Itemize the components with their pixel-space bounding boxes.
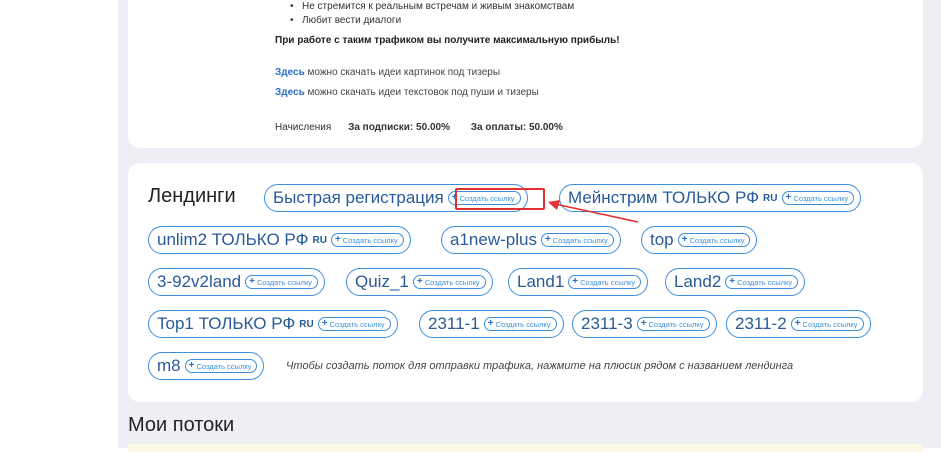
my-flows-title: Мои потоки — [128, 414, 235, 436]
landing-pill[interactable]: Land1 + Создать ссылку — [508, 268, 649, 296]
plus-icon: + — [249, 276, 255, 287]
create-link-label: Создать ссылку — [196, 361, 252, 371]
create-link-label: Создать ссылку — [495, 319, 551, 329]
flows-panel-edge — [128, 444, 923, 452]
plus-icon: + — [334, 234, 341, 245]
landing-name: 2311-3 — [581, 314, 633, 333]
accruals-label: Начисления — [275, 122, 332, 133]
highlight-box — [455, 188, 545, 210]
create-link-label: Создать ссылку — [256, 277, 312, 287]
landings-hint: Чтобы создать поток для отправки трафика… — [286, 360, 794, 372]
landing-name: Быстрая регистрация — [273, 188, 444, 207]
plus-icon: + — [544, 234, 551, 245]
images-ideas-line: Здесь можно скачать идеи картинок под ти… — [275, 67, 500, 78]
landing-name: unlim2 ТОЛЬКО РФ — [157, 230, 309, 249]
create-link-label: Создать ссылку — [802, 319, 858, 329]
create-link-button[interactable]: + Создать ссылку — [725, 275, 799, 289]
text-ideas-text: можно скачать идеи текстовок под пуши и … — [304, 87, 539, 98]
landing-pill[interactable]: 2311-2 + Создать ссылку — [726, 310, 871, 338]
landing-pill[interactable]: Top1 ТОЛЬКО РФ RU + Создать ссылку — [148, 310, 398, 338]
landing-pill[interactable]: 2311-1 + Создать ссылку — [419, 310, 564, 338]
ru-geo-tag: RU — [299, 318, 314, 330]
landing-pill[interactable]: a1new-plus + Создать ссылку — [441, 226, 621, 254]
landing-pill[interactable]: top + Создать ссылку — [641, 226, 758, 254]
plus-icon: + — [681, 234, 688, 245]
create-link-button[interactable]: + Создать ссылку — [330, 233, 404, 247]
landing-name: Top1 ТОЛЬКО РФ — [157, 314, 296, 333]
plus-icon: + — [321, 318, 328, 329]
accrual-subscription: За подписки: 50.00% — [348, 122, 450, 133]
landing-pill[interactable]: m8 + Создать ссылку — [148, 352, 265, 380]
create-link-label: Создать ссылку — [580, 277, 636, 287]
landing-name: 2311-1 — [428, 314, 480, 333]
create-link-button[interactable]: + Создать ссылку — [790, 317, 864, 331]
create-link-label: Создать ссылку — [342, 235, 398, 245]
bullet-item: Не стремится к реальным встречам и живым… — [286, 0, 574, 14]
create-link-button[interactable]: + Создать ссылку — [245, 275, 318, 289]
plus-icon: + — [640, 318, 647, 329]
landing-name: 3-92v2land — [157, 272, 242, 291]
landing-name: Land2 — [674, 272, 722, 291]
create-link-label: Создать ссылку — [737, 277, 793, 287]
landing-pill[interactable]: Quiz_1 + Создать ссылку — [346, 268, 493, 296]
landing-pill[interactable]: unlim2 ТОЛЬКО РФ RU + Создать ссылку — [148, 226, 411, 254]
plus-icon: + — [487, 318, 494, 329]
plus-icon: + — [188, 360, 195, 371]
profit-note: При работе с таким трафиком вы получите … — [275, 35, 620, 46]
accrual-payment: За оплаты: 50.00% — [470, 122, 563, 133]
plus-icon: + — [729, 276, 736, 287]
landing-name: Мейнстрим ТОЛЬКО РФ — [568, 188, 760, 207]
landing-pill[interactable]: 2311-3 + Создать ссылку — [572, 310, 717, 338]
images-ideas-link[interactable]: Здесь — [275, 67, 305, 78]
landing-pill[interactable]: Мейнстрим ТОЛЬКО РФ RU + Создать ссылку — [559, 184, 862, 212]
landing-pill[interactable]: 3-92v2land + Создать ссылку — [148, 268, 325, 296]
landing-name: a1new-plus — [450, 230, 537, 249]
plus-icon: + — [785, 192, 792, 203]
landing-name: m8 — [157, 356, 181, 375]
create-link-label: Создать ссылку — [689, 235, 745, 245]
text-ideas-line: Здесь можно скачать идеи текстовок под п… — [275, 87, 539, 98]
landing-name: 2311-2 — [735, 314, 787, 333]
ru-geo-tag: RU — [312, 234, 327, 246]
create-link-button[interactable]: + Создать ссылку — [412, 275, 486, 289]
landings-title: Лендинги — [148, 185, 236, 207]
create-link-button[interactable]: + Создать ссылку — [568, 275, 642, 289]
plus-icon: + — [416, 276, 423, 287]
landing-name: Quiz_1 — [355, 272, 409, 291]
create-link-button[interactable]: + Создать ссылку — [781, 191, 855, 205]
ru-geo-tag: RU — [763, 192, 778, 204]
landing-name: Land1 — [517, 272, 565, 291]
plus-icon: + — [572, 276, 579, 287]
create-link-button[interactable]: + Создать ссылку — [636, 317, 710, 331]
plus-icon: + — [794, 318, 801, 329]
create-link-label: Создать ссылку — [793, 193, 849, 203]
landing-name: top — [650, 230, 674, 249]
create-link-button[interactable]: + Создать ссылку — [184, 359, 258, 373]
audience-bullet-list: Не стремится к реальным встречам и живым… — [286, 0, 574, 28]
images-ideas-text: можно скачать идеи картинок под тизеры — [304, 67, 501, 78]
create-link-button[interactable]: + Создать ссылку — [483, 317, 557, 331]
create-link-button[interactable]: + Создать ссылку — [540, 233, 614, 247]
create-link-label: Создать ссылку — [552, 235, 608, 245]
bullet-item: Любит вести диалоги — [286, 14, 574, 28]
landing-pill[interactable]: Land2 + Создать ссылку — [665, 268, 806, 296]
create-link-button[interactable]: + Создать ссылку — [677, 233, 751, 247]
create-link-button[interactable]: + Создать ссылку — [317, 317, 391, 331]
create-link-label: Создать ссылку — [424, 277, 480, 287]
create-link-label: Создать ссылку — [648, 319, 704, 329]
text-ideas-link[interactable]: Здесь — [275, 87, 305, 98]
accruals-row: Начисления За подписки: 50.00% За оплаты… — [275, 122, 581, 133]
create-link-label: Создать ссылку — [329, 319, 385, 329]
